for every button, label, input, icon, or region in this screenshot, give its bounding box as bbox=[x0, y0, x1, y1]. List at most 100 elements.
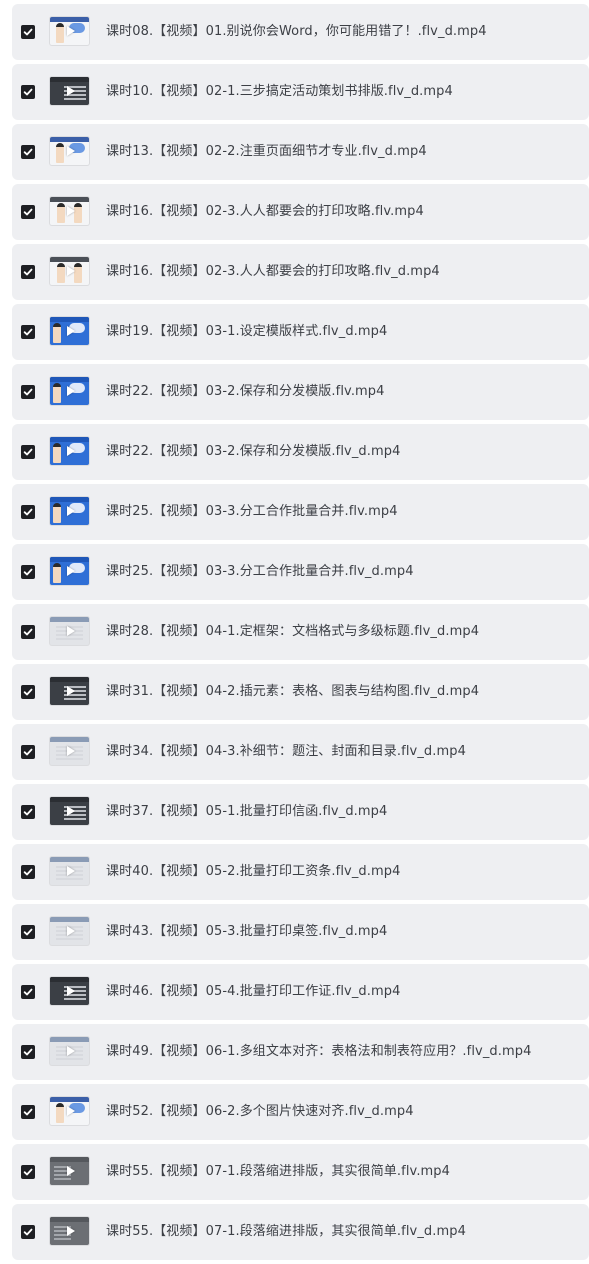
file-row[interactable]: 课时10.【视频】02-1.三步搞定活动策划书排版.flv_d.mp4 bbox=[12, 64, 589, 120]
video-thumbnail[interactable] bbox=[50, 617, 89, 645]
video-thumbnail[interactable] bbox=[50, 377, 89, 405]
file-row[interactable]: 课时13.【视频】02-2.注重页面细节才专业.flv_d.mp4 bbox=[12, 124, 589, 180]
file-name[interactable]: 课时43.【视频】05-3.批量打印桌签.flv_d.mp4 bbox=[106, 904, 387, 960]
file-row[interactable]: 课时55.【视频】07-1.段落缩进排版，其实很简单.flv.mp4 bbox=[12, 1144, 589, 1200]
file-name[interactable]: 课时16.【视频】02-3.人人都要会的打印攻略.flv.mp4 bbox=[106, 184, 424, 240]
file-name[interactable]: 课时28.【视频】04-1.定框架：文档格式与多级标题.flv_d.mp4 bbox=[106, 604, 479, 660]
select-checkbox[interactable] bbox=[21, 745, 35, 759]
select-checkbox[interactable] bbox=[21, 265, 35, 279]
play-icon bbox=[66, 326, 75, 336]
file-name[interactable]: 课时19.【视频】03-1.设定模版样式.flv_d.mp4 bbox=[106, 304, 387, 360]
select-checkbox[interactable] bbox=[21, 25, 35, 39]
play-icon bbox=[66, 686, 75, 696]
select-checkbox[interactable] bbox=[21, 385, 35, 399]
checkmark-icon bbox=[23, 927, 33, 937]
file-name[interactable]: 课时25.【视频】03-3.分工合作批量合并.flv.mp4 bbox=[106, 484, 398, 540]
checkmark-icon bbox=[23, 627, 33, 637]
checkmark-icon bbox=[23, 807, 33, 817]
file-row[interactable]: 课时46.【视频】05-4.批量打印工作证.flv_d.mp4 bbox=[12, 964, 589, 1020]
video-thumbnail[interactable] bbox=[50, 1157, 89, 1185]
select-checkbox[interactable] bbox=[21, 985, 35, 999]
play-icon bbox=[66, 26, 75, 36]
file-name[interactable]: 课时34.【视频】04-3.补细节：题注、封面和目录.flv_d.mp4 bbox=[106, 724, 466, 780]
file-name[interactable]: 课时13.【视频】02-2.注重页面细节才专业.flv_d.mp4 bbox=[106, 124, 427, 180]
file-name[interactable]: 课时22.【视频】03-2.保存和分发模版.flv_d.mp4 bbox=[106, 424, 401, 480]
checkmark-icon bbox=[23, 327, 33, 337]
file-row[interactable]: 课时37.【视频】05-1.批量打印信函.flv_d.mp4 bbox=[12, 784, 589, 840]
file-row[interactable]: 课时25.【视频】03-3.分工合作批量合并.flv.mp4 bbox=[12, 484, 589, 540]
select-checkbox[interactable] bbox=[21, 625, 35, 639]
play-icon bbox=[66, 506, 75, 516]
video-thumbnail[interactable] bbox=[50, 677, 89, 705]
file-name[interactable]: 课时08.【视频】01.别说你会Word，你可能用错了！.flv_d.mp4 bbox=[106, 4, 487, 60]
select-checkbox[interactable] bbox=[21, 805, 35, 819]
select-checkbox[interactable] bbox=[21, 325, 35, 339]
play-icon bbox=[66, 746, 75, 756]
play-icon bbox=[66, 206, 75, 216]
play-icon bbox=[66, 566, 75, 576]
file-name[interactable]: 课时37.【视频】05-1.批量打印信函.flv_d.mp4 bbox=[106, 784, 387, 840]
file-name[interactable]: 课时22.【视频】03-2.保存和分发模版.flv.mp4 bbox=[106, 364, 385, 420]
select-checkbox[interactable] bbox=[21, 445, 35, 459]
file-name[interactable]: 课时31.【视频】04-2.插元素：表格、图表与结构图.flv_d.mp4 bbox=[106, 664, 479, 720]
file-row[interactable]: 课时40.【视频】05-2.批量打印工资条.flv_d.mp4 bbox=[12, 844, 589, 900]
checkmark-icon bbox=[23, 567, 33, 577]
file-row[interactable]: 课时22.【视频】03-2.保存和分发模版.flv.mp4 bbox=[12, 364, 589, 420]
file-row[interactable]: 课时22.【视频】03-2.保存和分发模版.flv_d.mp4 bbox=[12, 424, 589, 480]
select-checkbox[interactable] bbox=[21, 145, 35, 159]
file-row[interactable]: 课时43.【视频】05-3.批量打印桌签.flv_d.mp4 bbox=[12, 904, 589, 960]
file-name[interactable]: 课时16.【视频】02-3.人人都要会的打印攻略.flv_d.mp4 bbox=[106, 244, 440, 300]
video-thumbnail[interactable] bbox=[50, 1097, 89, 1125]
file-row[interactable]: 课时28.【视频】04-1.定框架：文档格式与多级标题.flv_d.mp4 bbox=[12, 604, 589, 660]
select-checkbox[interactable] bbox=[21, 685, 35, 699]
checkmark-icon bbox=[23, 207, 33, 217]
video-thumbnail[interactable] bbox=[50, 257, 89, 285]
file-row[interactable]: 课时25.【视频】03-3.分工合作批量合并.flv_d.mp4 bbox=[12, 544, 589, 600]
video-thumbnail[interactable] bbox=[50, 557, 89, 585]
file-row[interactable]: 课时52.【视频】06-2.多个图片快速对齐.flv_d.mp4 bbox=[12, 1084, 589, 1140]
file-name[interactable]: 课时49.【视频】06-1.多组文本对齐：表格法和制表符应用？.flv_d.mp… bbox=[106, 1024, 532, 1080]
video-thumbnail[interactable] bbox=[50, 917, 89, 945]
video-thumbnail[interactable] bbox=[50, 197, 89, 225]
video-thumbnail[interactable] bbox=[50, 317, 89, 345]
video-thumbnail[interactable] bbox=[50, 497, 89, 525]
file-name[interactable]: 课时40.【视频】05-2.批量打印工资条.flv_d.mp4 bbox=[106, 844, 401, 900]
file-row[interactable]: 课时19.【视频】03-1.设定模版样式.flv_d.mp4 bbox=[12, 304, 589, 360]
video-thumbnail[interactable] bbox=[50, 137, 89, 165]
video-thumbnail[interactable] bbox=[50, 17, 89, 45]
play-icon bbox=[66, 986, 75, 996]
file-name[interactable]: 课时52.【视频】06-2.多个图片快速对齐.flv_d.mp4 bbox=[106, 1084, 414, 1140]
checkmark-icon bbox=[23, 87, 33, 97]
select-checkbox[interactable] bbox=[21, 85, 35, 99]
select-checkbox[interactable] bbox=[21, 1045, 35, 1059]
video-thumbnail[interactable] bbox=[50, 977, 89, 1005]
select-checkbox[interactable] bbox=[21, 505, 35, 519]
file-row[interactable]: 课时16.【视频】02-3.人人都要会的打印攻略.flv.mp4 bbox=[12, 184, 589, 240]
file-name[interactable]: 课时55.【视频】07-1.段落缩进排版，其实很简单.flv_d.mp4 bbox=[106, 1204, 466, 1260]
video-thumbnail[interactable] bbox=[50, 1217, 89, 1245]
video-thumbnail[interactable] bbox=[50, 1037, 89, 1065]
video-thumbnail[interactable] bbox=[50, 437, 89, 465]
file-row[interactable]: 课时16.【视频】02-3.人人都要会的打印攻略.flv_d.mp4 bbox=[12, 244, 589, 300]
file-row[interactable]: 课时49.【视频】06-1.多组文本对齐：表格法和制表符应用？.flv_d.mp… bbox=[12, 1024, 589, 1080]
select-checkbox[interactable] bbox=[21, 565, 35, 579]
video-thumbnail[interactable] bbox=[50, 737, 89, 765]
select-checkbox[interactable] bbox=[21, 925, 35, 939]
select-checkbox[interactable] bbox=[21, 865, 35, 879]
checkmark-icon bbox=[23, 1107, 33, 1117]
video-thumbnail[interactable] bbox=[50, 77, 89, 105]
file-name[interactable]: 课时10.【视频】02-1.三步搞定活动策划书排版.flv_d.mp4 bbox=[106, 64, 453, 120]
file-row[interactable]: 课时55.【视频】07-1.段落缩进排版，其实很简单.flv_d.mp4 bbox=[12, 1204, 589, 1260]
file-row[interactable]: 课时34.【视频】04-3.补细节：题注、封面和目录.flv_d.mp4 bbox=[12, 724, 589, 780]
file-name[interactable]: 课时46.【视频】05-4.批量打印工作证.flv_d.mp4 bbox=[106, 964, 401, 1020]
video-thumbnail[interactable] bbox=[50, 797, 89, 825]
checkmark-icon bbox=[23, 387, 33, 397]
select-checkbox[interactable] bbox=[21, 205, 35, 219]
file-name[interactable]: 课时25.【视频】03-3.分工合作批量合并.flv_d.mp4 bbox=[106, 544, 414, 600]
video-thumbnail[interactable] bbox=[50, 857, 89, 885]
select-checkbox[interactable] bbox=[21, 1165, 35, 1179]
file-row[interactable]: 课时31.【视频】04-2.插元素：表格、图表与结构图.flv_d.mp4 bbox=[12, 664, 589, 720]
file-name[interactable]: 课时55.【视频】07-1.段落缩进排版，其实很简单.flv.mp4 bbox=[106, 1144, 450, 1200]
file-row[interactable]: 课时08.【视频】01.别说你会Word，你可能用错了！.flv_d.mp4 bbox=[12, 4, 589, 60]
select-checkbox[interactable] bbox=[21, 1105, 35, 1119]
